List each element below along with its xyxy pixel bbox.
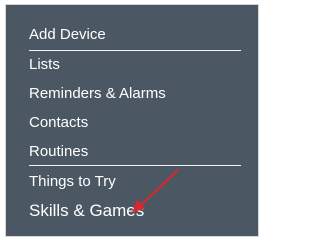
- menu-item-contacts[interactable]: Contacts: [29, 114, 88, 132]
- menu-divider: [29, 165, 241, 166]
- navigation-menu: Add Device Lists Reminders & Alarms Cont…: [6, 5, 258, 236]
- menu-item-skills-games[interactable]: Skills & Games: [29, 201, 144, 221]
- menu-item-lists[interactable]: Lists: [29, 56, 60, 74]
- menu-item-reminders-alarms[interactable]: Reminders & Alarms: [29, 85, 166, 103]
- menu-item-add-device[interactable]: Add Device: [29, 26, 106, 44]
- menu-item-routines[interactable]: Routines: [29, 143, 88, 161]
- menu-divider: [29, 50, 241, 51]
- menu-item-things-to-try[interactable]: Things to Try: [29, 173, 116, 191]
